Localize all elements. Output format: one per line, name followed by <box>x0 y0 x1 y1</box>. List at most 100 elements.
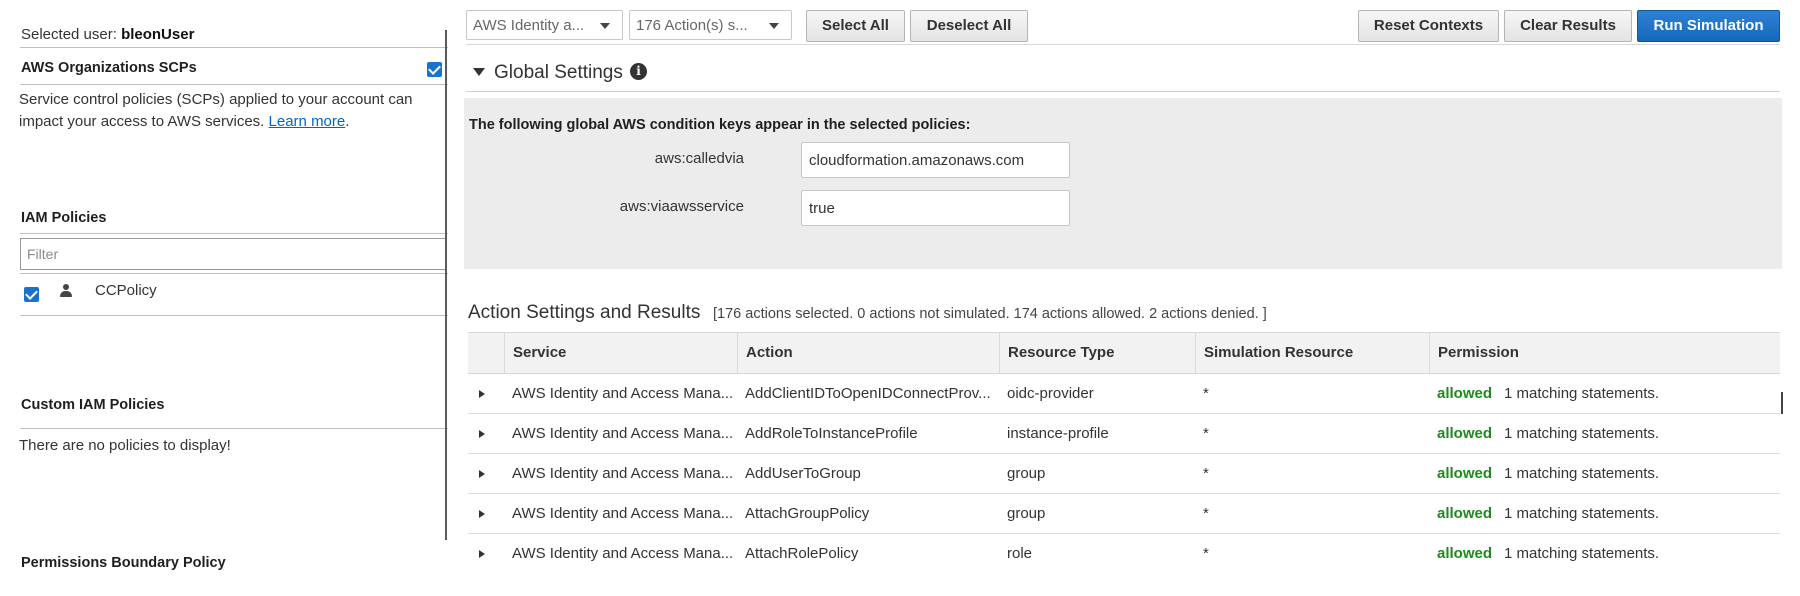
permission-status[interactable]: allowed <box>1437 385 1492 402</box>
cell-resource-type: group <box>1007 505 1046 522</box>
cell-service: AWS Identity and Access Mana... <box>512 425 734 442</box>
table-row[interactable]: AWS Identity and Access Mana... AddClien… <box>468 374 1780 414</box>
panel-resize-handle[interactable] <box>445 30 447 540</box>
column-header-permission[interactable]: Permission <box>1429 333 1780 373</box>
viaawsservice-input[interactable] <box>801 190 1070 226</box>
condition-key-label: aws:viaawsservice <box>619 198 744 215</box>
select-all-button[interactable]: Select All <box>806 10 905 42</box>
collapse-caret-icon[interactable] <box>473 68 485 76</box>
info-icon[interactable]: i <box>630 63 647 80</box>
learn-more-link[interactable]: Learn more <box>269 113 346 130</box>
cell-service: AWS Identity and Access Mana... <box>512 545 734 562</box>
cell-service: AWS Identity and Access Mana... <box>512 385 734 402</box>
matching-statements: 1 matching statements. <box>1504 545 1660 562</box>
selected-user: Selected user: bleonUser <box>21 26 194 43</box>
scp-description: Service control policies (SCPs) applied … <box>19 91 413 130</box>
cell-resource-type: instance-profile <box>1007 425 1109 442</box>
divider <box>466 91 1780 92</box>
divider <box>20 47 448 48</box>
cell-resource-type: role <box>1007 545 1033 562</box>
global-settings-description: The following global AWS condition keys … <box>469 117 971 133</box>
policy-filter-input[interactable] <box>20 238 447 270</box>
cell-simulation-resource: * <box>1203 425 1209 442</box>
permission-status[interactable]: allowed <box>1437 545 1492 562</box>
global-settings-panel: The following global AWS condition keys … <box>464 98 1782 269</box>
scp-checkbox[interactable] <box>427 62 442 77</box>
action-settings-summary: [176 actions selected. 0 actions not sim… <box>713 306 1267 322</box>
reset-contexts-button[interactable]: Reset Contexts <box>1358 10 1499 42</box>
scp-description-text: Service control policies (SCPs) applied … <box>19 91 413 130</box>
cell-permission: allowed 1 matching statements. <box>1429 414 1779 453</box>
policy-checkbox[interactable] <box>24 287 39 302</box>
cell-action: AttachRolePolicy <box>745 545 859 562</box>
expand-row-icon[interactable] <box>479 430 485 438</box>
divider <box>20 233 448 234</box>
service-dropdown-value: AWS Identity a... <box>473 17 585 34</box>
column-header-resource-type[interactable]: Resource Type <box>999 333 1195 373</box>
cell-permission: allowed 1 matching statements. <box>1429 534 1779 573</box>
table-scrollbar[interactable] <box>1781 392 1783 414</box>
actions-dropdown[interactable]: 176 Action(s) s... <box>629 10 792 40</box>
policy-name[interactable]: CCPolicy <box>95 280 157 302</box>
results-table: Service Action Resource Type Simulation … <box>468 332 1780 574</box>
table-row[interactable]: AWS Identity and Access Mana... AttachRo… <box>468 534 1780 574</box>
iam-policies-heading: IAM Policies <box>21 210 107 226</box>
cell-simulation-resource: * <box>1203 545 1209 562</box>
table-row[interactable]: AWS Identity and Access Mana... AddUserT… <box>468 454 1780 494</box>
chevron-down-icon <box>600 23 610 29</box>
selected-user-name: bleonUser <box>121 26 195 43</box>
cell-resource-type: oidc-provider <box>1007 385 1094 402</box>
divider <box>20 428 448 429</box>
expand-row-icon[interactable] <box>479 470 485 478</box>
divider <box>466 44 1780 45</box>
permission-status[interactable]: allowed <box>1437 505 1492 522</box>
action-settings-title: Action Settings and Results <box>468 302 701 323</box>
column-header-simulation-resource[interactable]: Simulation Resource <box>1195 333 1429 373</box>
expand-row-icon[interactable] <box>479 550 485 558</box>
global-settings-title[interactable]: Global Settings <box>494 62 623 84</box>
cell-resource-type: group <box>1007 465 1046 482</box>
column-header-service[interactable]: Service <box>504 333 736 373</box>
scp-heading: AWS Organizations SCPs <box>21 60 197 76</box>
cell-permission: allowed 1 matching statements. <box>1429 494 1779 533</box>
expand-row-icon[interactable] <box>479 510 485 518</box>
run-simulation-button[interactable]: Run Simulation <box>1637 10 1780 42</box>
table-header: Service Action Resource Type Simulation … <box>468 332 1780 374</box>
table-row[interactable]: AWS Identity and Access Mana... AddRoleT… <box>468 414 1780 454</box>
permission-status[interactable]: allowed <box>1437 425 1492 442</box>
cell-permission: allowed 1 matching statements. <box>1429 374 1779 413</box>
cell-action: AttachGroupPolicy <box>745 505 870 522</box>
cell-service: AWS Identity and Access Mana... <box>512 505 734 522</box>
table-row[interactable]: AWS Identity and Access Mana... AttachGr… <box>468 494 1780 534</box>
selected-user-label: Selected user: <box>21 26 117 43</box>
cell-simulation-resource: * <box>1203 385 1209 402</box>
cell-service: AWS Identity and Access Mana... <box>512 465 734 482</box>
cell-action: AddClientIDToOpenIDConnectProv... <box>745 385 991 402</box>
user-icon <box>60 284 72 298</box>
calledvia-input[interactable] <box>801 142 1070 178</box>
cell-simulation-resource: * <box>1203 465 1209 482</box>
service-dropdown[interactable]: AWS Identity a... <box>466 10 623 40</box>
cell-permission: allowed 1 matching statements. <box>1429 454 1779 493</box>
boundary-policy-heading: Permissions Boundary Policy <box>21 555 226 571</box>
chevron-down-icon <box>769 23 779 29</box>
divider <box>20 84 448 85</box>
matching-statements: 1 matching statements. <box>1504 385 1660 402</box>
condition-key-label: aws:calledvia <box>654 150 744 167</box>
permission-status[interactable]: allowed <box>1437 465 1492 482</box>
matching-statements: 1 matching statements. <box>1504 425 1660 442</box>
cell-action: AddUserToGroup <box>745 465 861 482</box>
column-header-action[interactable]: Action <box>737 333 999 373</box>
simulator-main: AWS Identity a... 176 Action(s) s... Sel… <box>456 0 1800 596</box>
matching-statements: 1 matching statements. <box>1504 505 1660 522</box>
deselect-all-button[interactable]: Deselect All <box>910 10 1028 42</box>
policy-sidebar: Selected user: bleonUser AWS Organizatio… <box>0 0 448 596</box>
divider <box>20 273 448 274</box>
divider <box>20 315 448 316</box>
cell-action: AddRoleToInstanceProfile <box>745 425 918 442</box>
actions-dropdown-value: 176 Action(s) s... <box>636 17 748 34</box>
matching-statements: 1 matching statements. <box>1504 465 1660 482</box>
expand-row-icon[interactable] <box>479 390 485 398</box>
clear-results-button[interactable]: Clear Results <box>1504 10 1632 42</box>
custom-policies-heading: Custom IAM Policies <box>21 397 165 413</box>
